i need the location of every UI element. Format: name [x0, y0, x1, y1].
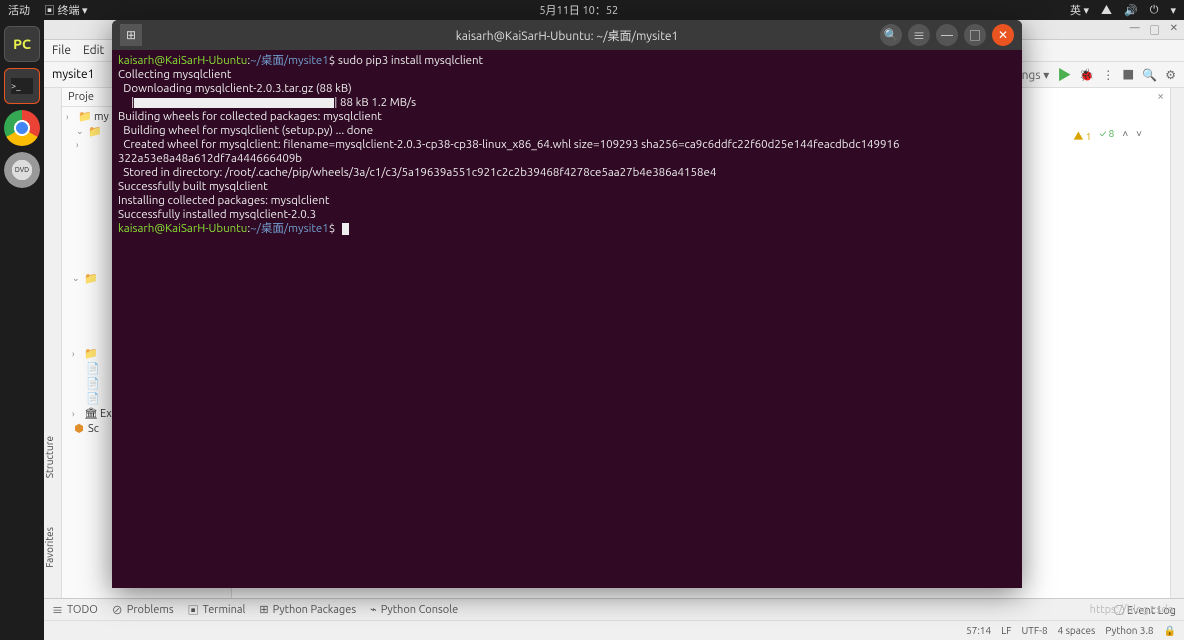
toolbar-settings-icon[interactable]: ⚙: [1165, 68, 1176, 82]
terminal-maximize-icon[interactable]: □: [964, 24, 986, 46]
watermark-text: https://blog.csdn: [1090, 604, 1174, 616]
top-clock[interactable]: 5月11日 10：52: [539, 2, 618, 18]
window-maximize-icon[interactable]: □: [1150, 22, 1160, 37]
dock-disc-icon[interactable]: DVD: [4, 152, 40, 188]
input-method-indicator[interactable]: 英 ▾: [1070, 2, 1089, 18]
activities-button[interactable]: 活动: [8, 2, 30, 18]
terminal-output[interactable]: kaisarh@KaiSarH-Ubuntu:~/桌面/mysite1$ sud…: [112, 50, 1022, 588]
editor-scrollbar[interactable]: [1170, 88, 1184, 598]
tree-item[interactable]: Sc: [88, 423, 99, 435]
tree-root[interactable]: my: [94, 111, 109, 123]
terminal-header[interactable]: ⊞ kaisarh@KaiSarH-Ubuntu: ~/桌面/mysite1 🔍…: [112, 20, 1022, 50]
run-button-icon[interactable]: ▶: [1057, 65, 1071, 85]
tab-problems[interactable]: ⊘ Problems: [112, 602, 174, 618]
side-tab-strip-left: Structure Favorites: [44, 88, 62, 598]
ubuntu-top-bar: 活动 ▣ 终端 ▾ 5月11日 10：52 英 ▾ ▲ 🔊 ⏻ ▾: [0, 0, 1184, 20]
inspection-warn-badge[interactable]: ▲ 1: [1073, 128, 1091, 143]
ubuntu-dock: PC >_ DVD: [0, 20, 44, 640]
terminal-search-icon[interactable]: 🔍: [880, 24, 902, 46]
terminal-new-tab-icon[interactable]: ⊞: [120, 24, 142, 46]
terminal-close-icon[interactable]: ✕: [992, 24, 1014, 46]
volume-icon[interactable]: 🔊: [1124, 4, 1138, 17]
status-python[interactable]: Python 3.8: [1105, 625, 1153, 636]
menu-edit[interactable]: Edit: [83, 44, 104, 57]
terminal-cursor: [342, 223, 349, 235]
pycharm-status-bar: 57:14 LF UTF-8 4 spaces Python 3.8 🔒: [44, 620, 1184, 640]
dock-pycharm-icon[interactable]: PC: [4, 26, 40, 62]
power-icon[interactable]: ⏻: [1150, 4, 1159, 17]
side-tab-favorites[interactable]: Favorites: [44, 527, 55, 568]
terminal-title: kaisarh@KaiSarH-Ubuntu: ~/桌面/mysite1: [456, 27, 679, 44]
system-menu-arrow-icon[interactable]: ▾: [1170, 4, 1176, 17]
terminal-minimize-icon[interactable]: —: [936, 24, 958, 46]
editor-close-icon[interactable]: ×: [1157, 90, 1164, 103]
inspection-down-icon[interactable]: ˅: [1136, 128, 1142, 143]
terminal-window: ⊞ kaisarh@KaiSarH-Ubuntu: ~/桌面/mysite1 🔍…: [112, 20, 1022, 588]
status-indent[interactable]: 4 spaces: [1058, 625, 1096, 636]
window-close-icon[interactable]: ✕: [1170, 22, 1178, 37]
toolbar-search-icon[interactable]: 🔍: [1142, 68, 1157, 82]
inspection-ok-badge[interactable]: ✓ 8: [1099, 128, 1114, 143]
tab-python-packages[interactable]: ⊞ Python Packages: [259, 602, 356, 618]
side-tab-structure[interactable]: Structure: [44, 436, 55, 478]
debug-button-icon[interactable]: 🐞: [1079, 68, 1094, 82]
window-minimize-icon[interactable]: —: [1130, 22, 1140, 37]
toolbar-more-icon[interactable]: ⋮: [1102, 68, 1114, 82]
status-line-sep[interactable]: LF: [1001, 625, 1011, 636]
tree-item[interactable]: Ex: [100, 408, 112, 420]
dock-show-apps-icon[interactable]: [4, 592, 40, 628]
inspection-up-icon[interactable]: ˄: [1122, 128, 1128, 143]
project-header[interactable]: Proje: [68, 91, 94, 103]
tab-terminal[interactable]: ▣ Terminal: [188, 602, 246, 618]
app-menu[interactable]: ▣ 终端 ▾: [44, 2, 88, 18]
status-encoding[interactable]: UTF-8: [1021, 625, 1047, 636]
breadcrumb-root[interactable]: mysite1: [52, 68, 94, 81]
status-position[interactable]: 57:14: [966, 625, 991, 636]
network-icon[interactable]: ▲: [1101, 2, 1112, 18]
terminal-menu-icon[interactable]: ≡: [908, 24, 930, 46]
toolbar-stop-icon[interactable]: ■: [1122, 66, 1134, 83]
tab-todo[interactable]: ≡ TODO: [52, 602, 98, 618]
tab-python-console[interactable]: ⌁ Python Console: [370, 602, 458, 618]
dock-chrome-icon[interactable]: [4, 110, 40, 146]
menu-file[interactable]: File: [52, 44, 71, 57]
dock-terminal-icon[interactable]: >_: [4, 68, 40, 104]
pycharm-bottom-tabs: ≡ TODO ⊘ Problems ▣ Terminal ⊞ Python Pa…: [44, 598, 1184, 620]
status-lock-icon[interactable]: 🔒: [1164, 625, 1176, 637]
